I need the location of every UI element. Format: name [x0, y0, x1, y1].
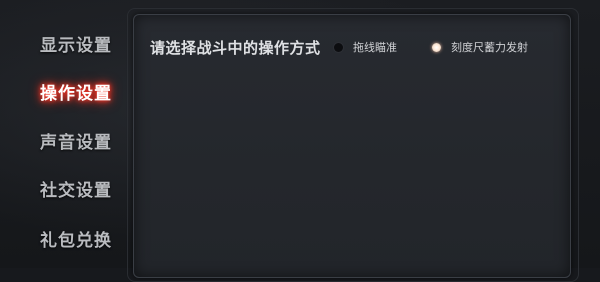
option-label: 拖线瞄准 — [353, 41, 397, 54]
option-label: 刻度尺蓄力发射 — [451, 41, 528, 54]
control-mode-question: 请选择战斗中的操作方式 — [150, 39, 321, 57]
settings-sidebar: 显示设置 操作设置 声音设置 社交设置 礼包兑换 — [0, 0, 130, 268]
option-scale-charge-fire[interactable]: 刻度尺蓄力发射 — [432, 39, 528, 55]
settings-panel: 请选择战斗中的操作方式 拖线瞄准 刻度尺蓄力发射 — [133, 14, 571, 278]
sidebar-item-sound[interactable]: 声音设置 — [40, 129, 124, 157]
sidebar-item-display[interactable]: 显示设置 — [40, 32, 124, 60]
radio-unchecked-icon[interactable] — [334, 42, 343, 52]
sidebar-item-social[interactable]: 社交设置 — [40, 177, 124, 205]
settings-screen: 显示设置 操作设置 声音设置 社交设置 礼包兑换 请选择战斗中的操作方式 拖线瞄… — [0, 0, 600, 282]
sidebar-item-controls[interactable]: 操作设置 — [40, 80, 124, 108]
radio-checked-icon[interactable] — [432, 42, 441, 52]
sidebar-item-gift-redeem[interactable]: 礼包兑换 — [40, 227, 124, 255]
option-drag-aim[interactable]: 拖线瞄准 — [334, 39, 397, 55]
